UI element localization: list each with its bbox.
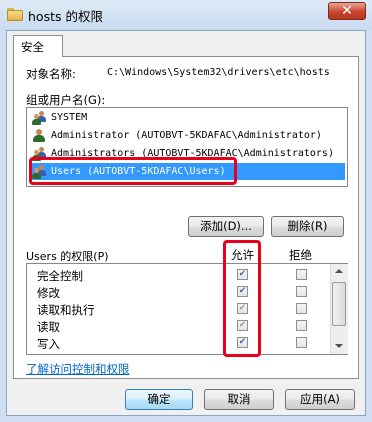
deny-checkbox[interactable] <box>296 337 307 348</box>
permission-name: 完全控制 <box>37 269 83 283</box>
permissions-list: 完全控制 ✔ 修改 ✔ 读取和执行 ✔ 读取 ✔ 写入 ✔ <box>26 263 348 355</box>
deny-checkbox[interactable] <box>296 269 307 280</box>
scroll-up-icon[interactable] <box>335 269 343 273</box>
permission-row-modify: 修改 ✔ <box>27 283 333 300</box>
permission-name: 写入 <box>37 337 60 351</box>
deny-checkbox[interactable] <box>296 320 307 331</box>
deny-column-header: 拒绝 <box>289 248 312 262</box>
add-button[interactable]: 添加(D)... <box>188 216 264 237</box>
permission-row-write: 写入 ✔ <box>27 334 333 351</box>
permission-name: 修改 <box>37 286 60 300</box>
highlight-users-box <box>29 157 237 185</box>
deny-checkbox[interactable] <box>296 286 307 297</box>
user-item-system[interactable]: SYSTEM <box>29 109 345 126</box>
permission-row-read: 读取 ✔ <box>27 317 333 334</box>
permission-row-full-control: 完全控制 ✔ <box>27 266 333 283</box>
user-item-label: Administrator (AUTOBVT-5KDAFAC\Administr… <box>51 130 322 141</box>
user-item-administrator[interactable]: Administrator (AUTOBVT-5KDAFAC\Administr… <box>29 127 345 144</box>
close-button[interactable]: ✕ <box>328 2 366 20</box>
deny-checkbox[interactable] <box>296 303 307 314</box>
user-icon <box>32 129 46 143</box>
permission-name: 读取和执行 <box>37 303 95 317</box>
permissions-scrollbar[interactable] <box>330 264 348 354</box>
scroll-thumb[interactable] <box>332 282 346 326</box>
ok-button[interactable]: 确定 <box>125 389 193 410</box>
object-path: C:\Windows\System32\drivers\etc\hosts <box>107 67 330 78</box>
scroll-down-icon[interactable] <box>335 344 343 348</box>
tab-security[interactable]: 安全 <box>13 35 63 57</box>
folder-icon <box>7 8 23 21</box>
window-title: hosts 的权限 <box>28 9 103 24</box>
cancel-button[interactable]: 取消 <box>204 389 274 410</box>
remove-button[interactable]: 删除(R) <box>271 216 344 237</box>
apply-button[interactable]: 应用(A) <box>285 389 355 410</box>
help-link[interactable]: 了解访问控制和权限 <box>26 361 130 377</box>
object-name-label: 对象名称: <box>26 67 76 81</box>
title-bar[interactable]: hosts 的权限 ✕ <box>0 0 372 30</box>
user-group-icon <box>32 111 46 125</box>
users-list-label: 组或用户名(G): <box>26 93 106 107</box>
permission-name: 读取 <box>37 320 60 334</box>
highlight-allow-box <box>223 240 261 357</box>
tab-security-label: 安全 <box>21 40 44 54</box>
permissions-label: Users 的权限(P) <box>26 250 109 263</box>
permission-row-read-execute: 读取和执行 ✔ <box>27 300 333 317</box>
user-item-label: SYSTEM <box>51 112 88 123</box>
